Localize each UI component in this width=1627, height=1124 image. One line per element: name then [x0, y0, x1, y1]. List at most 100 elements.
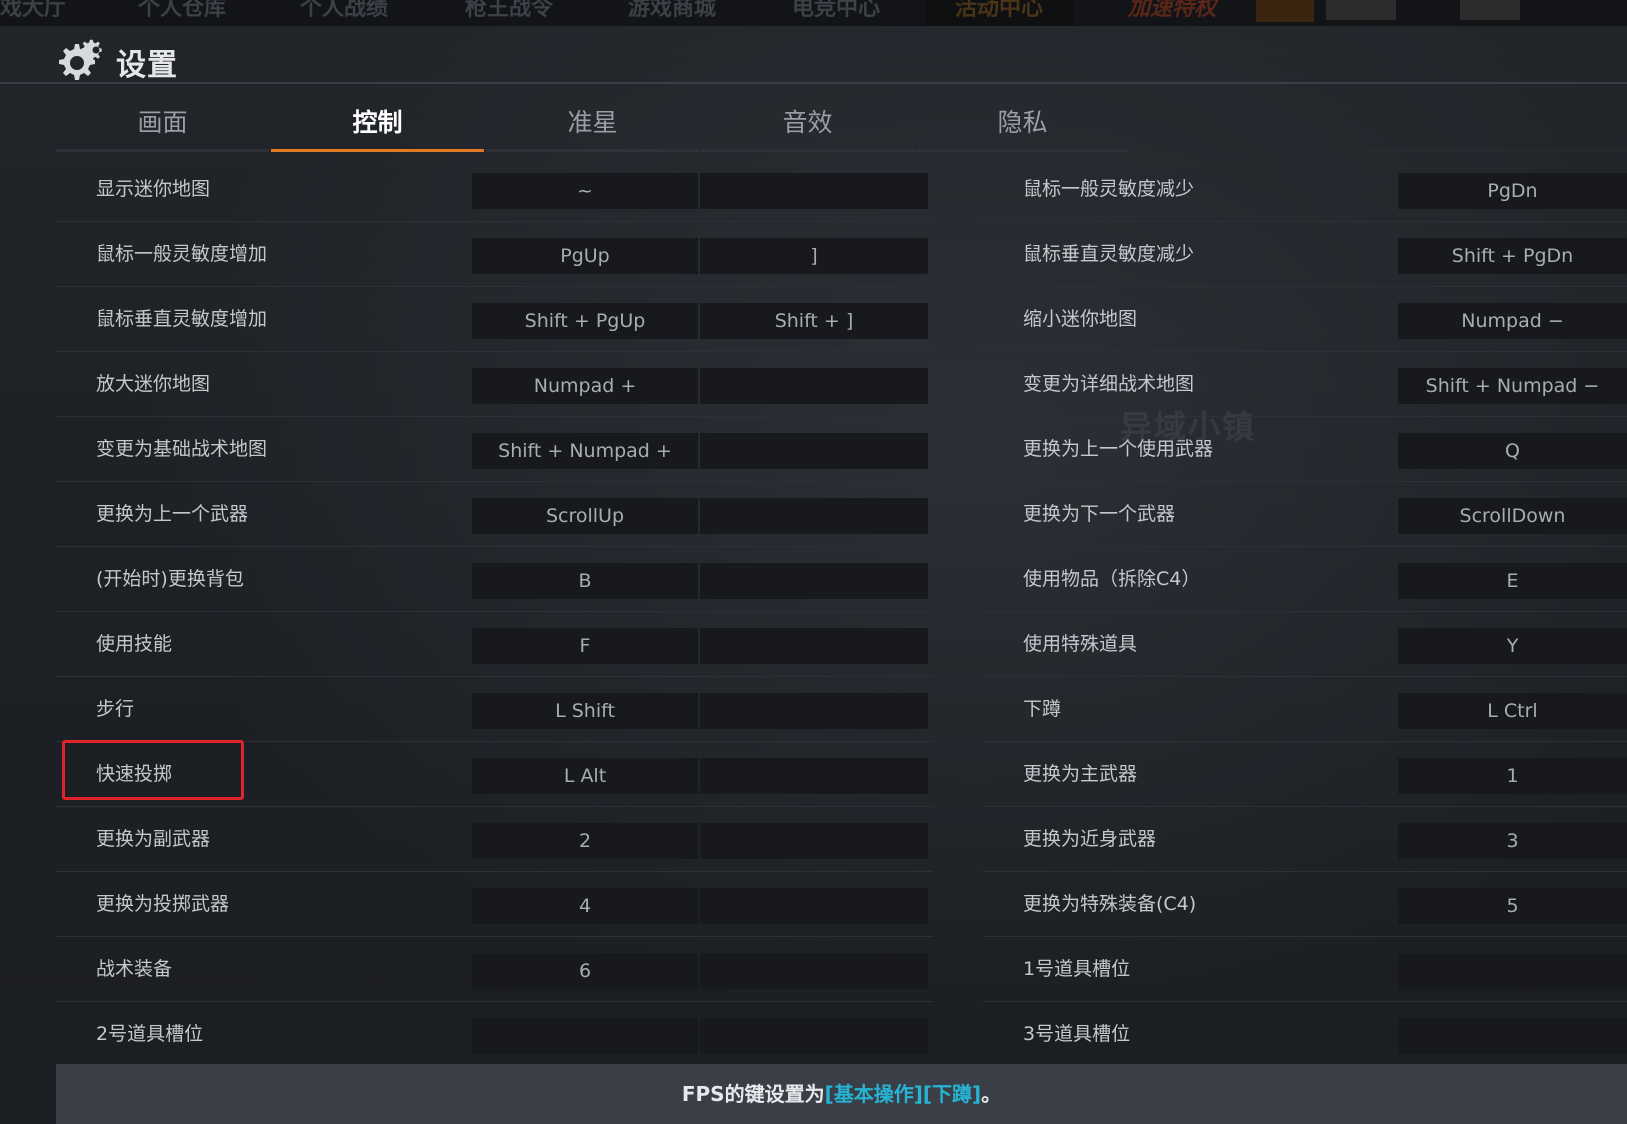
nav-item-acceleration[interactable]: 加速特权	[1128, 0, 1216, 26]
keybind-row: 1号道具槽位	[983, 937, 1627, 1002]
keybind-row: 更换为上一个使用武器 Q	[983, 417, 1627, 482]
primary-key-slot[interactable]: Numpad −	[1398, 303, 1627, 339]
primary-key-slot[interactable]: B	[472, 563, 698, 599]
primary-key-slot[interactable]: Shift + Numpad −	[1398, 368, 1627, 404]
secondary-key-slot[interactable]	[700, 1018, 928, 1054]
primary-key-slot[interactable]: L Ctrl	[1398, 693, 1627, 729]
primary-key-slot[interactable]: F	[472, 628, 698, 664]
keybind-label: 鼠标垂直灵敏度减少	[1023, 243, 1195, 265]
primary-key-slot[interactable]: ~	[472, 173, 698, 209]
secondary-key-slot[interactable]	[700, 888, 928, 924]
primary-key-slot[interactable]: 1	[1398, 758, 1627, 794]
keybind-label: 更换为上一个武器	[96, 503, 249, 525]
secondary-key-slot[interactable]	[700, 693, 928, 729]
settings-screen: 戏大厅 个人仓库 个人战绩 枪王战令 游戏商城 电竞中心 活动中心 加速特权 设…	[0, 0, 1627, 1124]
primary-key-slot[interactable]: Shift + Numpad +	[472, 433, 698, 469]
keybind-label: 使用物品（拆除C4）	[1023, 568, 1201, 590]
keybind-row: 下蹲 L Ctrl	[983, 677, 1627, 742]
secondary-key-slot[interactable]	[700, 758, 928, 794]
primary-key-slot[interactable]: 3	[1398, 823, 1627, 859]
keybind-label: 1号道具槽位	[1023, 958, 1131, 980]
primary-key-slot[interactable]: Numpad +	[472, 368, 698, 404]
tabs-divider	[1151, 149, 1627, 152]
keybind-row: 更换为上一个武器 ScrollUp	[56, 482, 933, 547]
nav-item-record[interactable]: 个人战绩	[300, 0, 388, 26]
keybind-row: 战术装备 6	[56, 937, 933, 1002]
keybind-label: 3号道具槽位	[1023, 1023, 1131, 1045]
primary-key-slot[interactable]: 4	[472, 888, 698, 924]
secondary-key-slot[interactable]	[700, 823, 928, 859]
primary-key-slot[interactable]: PgDn	[1398, 173, 1627, 209]
secondary-key-slot[interactable]	[700, 628, 928, 664]
primary-key-slot[interactable]: 5	[1398, 888, 1627, 924]
primary-key-slot[interactable]: Q	[1398, 433, 1627, 469]
keybind-label: 更换为近身武器	[1023, 828, 1157, 850]
keybind-label: 下蹲	[1023, 698, 1062, 720]
primary-key-slot[interactable]: PgUp	[472, 238, 698, 274]
secondary-key-slot[interactable]: Shift + ]	[700, 303, 928, 339]
tab-audio[interactable]: 音效	[701, 100, 914, 152]
keybind-row: 使用物品（拆除C4） E	[983, 547, 1627, 612]
secondary-key-slot[interactable]	[700, 953, 928, 989]
nav-badge	[1256, 0, 1314, 22]
keybind-label: 鼠标垂直灵敏度增加	[96, 308, 268, 330]
keybind-list-left: 显示迷你地图 ~ 鼠标一般灵敏度增加 PgUp] 鼠标垂直灵敏度增加 Shift + …	[56, 157, 933, 1067]
gear-icon	[59, 39, 102, 80]
keybind-row: 更换为下一个武器 ScrollDown	[983, 482, 1627, 547]
keybind-row: (开始时)更换背包 B	[56, 547, 933, 612]
page-title: 设置	[116, 48, 178, 83]
keybind-label: 鼠标一般灵敏度减少	[1023, 178, 1195, 200]
keybind-row: 变更为基础战术地图 Shift + Numpad +	[56, 417, 933, 482]
keybind-row: 使用特殊道具 Y	[983, 612, 1627, 677]
nav-item-esports[interactable]: 电竞中心	[792, 0, 880, 26]
secondary-key-slot[interactable]	[700, 173, 928, 209]
footer-hint: FPS的键设置为[基本操作][下蹲]。	[56, 1064, 1627, 1124]
tab-crosshair[interactable]: 准星	[486, 100, 699, 152]
keybind-row: 变更为详细战术地图 Shift + Numpad −	[983, 352, 1627, 417]
secondary-key-slot[interactable]: ]	[700, 238, 928, 274]
primary-key-slot[interactable]: ScrollDown	[1398, 498, 1627, 534]
keybind-row: 3号道具槽位	[983, 1002, 1627, 1067]
keybind-row: 鼠标一般灵敏度增加 PgUp]	[56, 222, 933, 287]
secondary-key-slot[interactable]	[700, 368, 928, 404]
keybind-row: 鼠标垂直灵敏度减少 Shift + PgDn	[983, 222, 1627, 287]
primary-key-slot[interactable]	[1398, 953, 1627, 989]
primary-key-slot[interactable]: Shift + PgDn	[1398, 238, 1627, 274]
keybind-row: 步行 L Shift	[56, 677, 933, 742]
nav-item-battlepass[interactable]: 枪王战令	[465, 0, 553, 26]
primary-key-slot[interactable]: Y	[1398, 628, 1627, 664]
top-navigation: 戏大厅 个人仓库 个人战绩 枪王战令 游戏商城 电竞中心 活动中心 加速特权	[0, 0, 1627, 26]
keybind-label: 变更为基础战术地图	[96, 438, 268, 460]
keybind-row: 更换为副武器 2	[56, 807, 933, 872]
nav-item-lobby[interactable]: 戏大厅	[0, 0, 66, 26]
primary-key-slot[interactable]: 6	[472, 953, 698, 989]
secondary-key-slot[interactable]	[700, 498, 928, 534]
secondary-key-slot[interactable]	[700, 433, 928, 469]
keybind-row: 2号道具槽位	[56, 1002, 933, 1067]
keybind-list-right: 鼠标一般灵敏度减少 PgDn 鼠标垂直灵敏度减少 Shift + PgDn 缩小迷你…	[983, 157, 1627, 1067]
nav-right-block	[1326, 0, 1396, 20]
keybind-row: 放大迷你地图 Numpad +	[56, 352, 933, 417]
primary-key-slot[interactable]: Shift + PgUp	[472, 303, 698, 339]
keybind-row: 鼠标一般灵敏度减少 PgDn	[983, 157, 1627, 222]
keybind-label: 更换为主武器	[1023, 763, 1138, 785]
primary-key-slot[interactable]: L Shift	[472, 693, 698, 729]
secondary-key-slot[interactable]	[700, 563, 928, 599]
nav-item-events[interactable]: 活动中心	[925, 0, 1074, 26]
primary-key-slot[interactable]	[1398, 1018, 1627, 1054]
tab-display[interactable]: 画面	[56, 100, 269, 152]
tab-controls[interactable]: 控制	[271, 100, 484, 152]
nav-item-warehouse[interactable]: 个人仓库	[138, 0, 226, 26]
nav-item-shop[interactable]: 游戏商城	[628, 0, 716, 26]
primary-key-slot[interactable]	[472, 1018, 698, 1054]
watermark-text: 异域小镇	[1120, 408, 1257, 446]
primary-key-slot[interactable]: ScrollUp	[472, 498, 698, 534]
keybind-label: 更换为特殊装备(C4)	[1023, 893, 1197, 915]
keybind-label: 鼠标一般灵敏度增加	[96, 243, 268, 265]
keybind-row: 鼠标垂直灵敏度增加 Shift + PgUp Shift + ]	[56, 287, 933, 352]
primary-key-slot[interactable]: 2	[472, 823, 698, 859]
primary-key-slot[interactable]: L Alt	[472, 758, 698, 794]
keybind-row: 更换为投掷武器 4	[56, 872, 933, 937]
tab-privacy[interactable]: 隐私	[916, 100, 1129, 152]
primary-key-slot[interactable]: E	[1398, 563, 1627, 599]
